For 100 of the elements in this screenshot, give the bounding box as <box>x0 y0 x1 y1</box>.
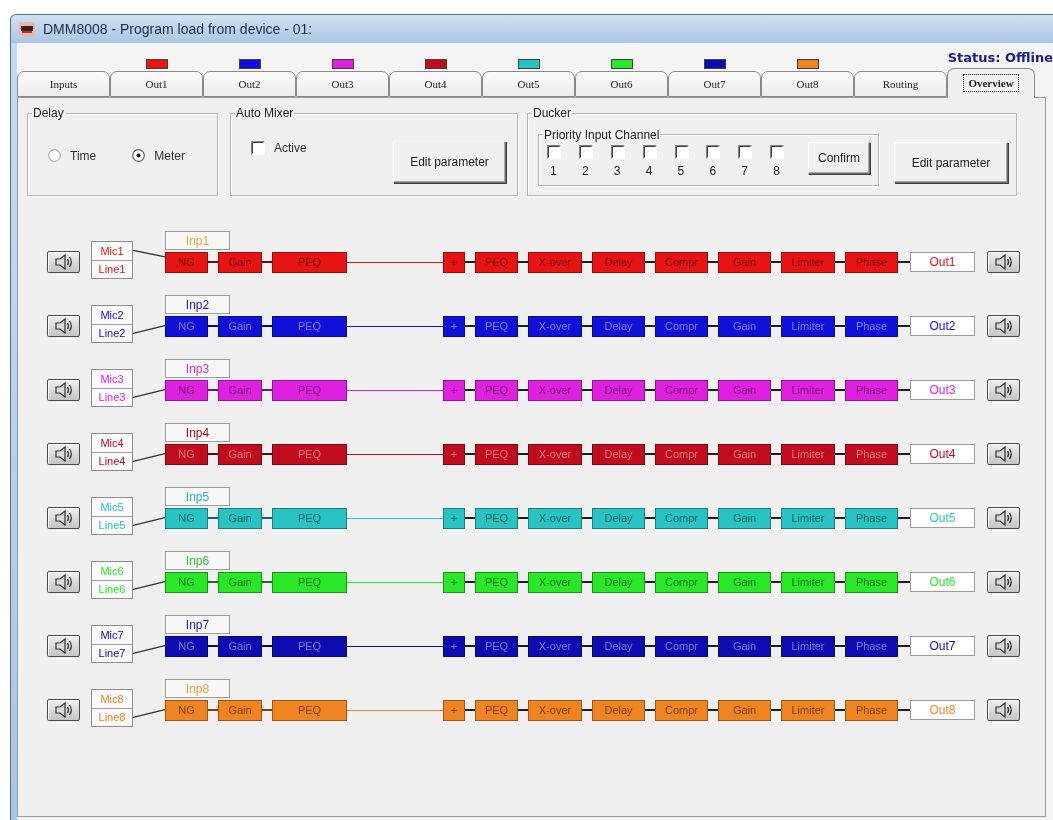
source-option[interactable]: Mic4 <box>92 434 132 452</box>
tab[interactable]: Routing <box>854 71 947 97</box>
source-option[interactable]: Mic8 <box>92 690 132 708</box>
dsp-block[interactable]: Delay <box>592 571 645 593</box>
dsp-block[interactable]: X-over <box>528 315 582 337</box>
tab[interactable]: Out3 <box>296 71 389 97</box>
dsp-block[interactable]: X-over <box>528 635 582 657</box>
dsp-block[interactable]: PEQ <box>475 635 518 657</box>
dsp-block[interactable]: Phase <box>845 571 898 593</box>
dsp-block[interactable]: X-over <box>528 699 582 721</box>
priority-checkbox[interactable]: 1 <box>547 144 579 178</box>
dsp-block[interactable]: Gain <box>218 635 262 657</box>
output-label[interactable]: Out3 <box>910 380 975 400</box>
speaker-button[interactable] <box>987 379 1020 401</box>
dsp-block[interactable]: PEQ <box>475 251 518 273</box>
dsp-block[interactable]: Delay <box>592 251 645 273</box>
dsp-block[interactable]: Gain <box>718 635 771 657</box>
dsp-block[interactable]: Gain <box>218 379 262 401</box>
dsp-block[interactable]: Delay <box>592 379 645 401</box>
dsp-block[interactable]: PEQ <box>272 443 347 465</box>
dsp-block[interactable]: NG <box>165 443 208 465</box>
confirm-button[interactable]: Confirm <box>808 142 870 174</box>
dsp-block[interactable]: Compr <box>655 507 708 529</box>
dsp-block[interactable]: Limiter <box>781 315 835 337</box>
dsp-block[interactable]: NG <box>165 699 208 721</box>
source-option[interactable]: Mic2 <box>92 306 132 324</box>
source-option[interactable]: Mic3 <box>92 370 132 388</box>
speaker-button[interactable] <box>987 251 1020 273</box>
dsp-block[interactable]: PEQ <box>272 315 347 337</box>
dsp-block[interactable]: PEQ <box>475 443 518 465</box>
dsp-block[interactable]: Gain <box>718 315 771 337</box>
dsp-block[interactable]: X-over <box>528 379 582 401</box>
dsp-block[interactable]: Limiter <box>781 379 835 401</box>
priority-checkbox[interactable]: 4 <box>642 144 675 178</box>
dsp-block[interactable]: PEQ <box>475 699 518 721</box>
dsp-block[interactable]: + <box>443 251 465 273</box>
dsp-block[interactable]: Gain <box>718 251 771 273</box>
dsp-block[interactable]: NG <box>165 507 208 529</box>
output-label[interactable]: Out5 <box>910 508 975 528</box>
dsp-block[interactable]: Compr <box>655 379 708 401</box>
source-option[interactable]: Line8 <box>92 707 132 726</box>
checkbox-option[interactable]: Active <box>251 140 307 155</box>
source-option[interactable]: Line4 <box>92 451 132 470</box>
output-label[interactable]: Out8 <box>910 700 975 720</box>
priority-checkbox[interactable]: 2 <box>578 144 611 178</box>
priority-checkbox[interactable]: 5 <box>674 144 707 178</box>
source-option[interactable]: Line2 <box>92 323 132 342</box>
tab[interactable]: Overview <box>947 68 1035 98</box>
output-label[interactable]: Out7 <box>910 636 975 656</box>
dsp-block[interactable]: Phase <box>845 379 898 401</box>
dsp-block[interactable]: Limiter <box>781 251 835 273</box>
dsp-block[interactable]: Phase <box>845 315 898 337</box>
dsp-block[interactable]: Gain <box>718 443 771 465</box>
source-option[interactable]: Mic1 <box>92 242 132 260</box>
dsp-block[interactable]: Compr <box>655 571 708 593</box>
dsp-block[interactable]: Delay <box>592 635 645 657</box>
priority-checkbox[interactable]: 3 <box>610 144 643 178</box>
dsp-block[interactable]: Limiter <box>781 507 835 529</box>
speaker-button[interactable] <box>47 507 80 529</box>
dsp-block[interactable]: Phase <box>845 443 898 465</box>
source-option[interactable]: Line1 <box>92 259 132 278</box>
dsp-block[interactable]: Gain <box>218 507 262 529</box>
dsp-block[interactable]: PEQ <box>272 379 347 401</box>
speaker-button[interactable] <box>47 443 80 465</box>
tab[interactable]: Out2 <box>203 71 296 97</box>
speaker-button[interactable] <box>987 443 1020 465</box>
dsp-block[interactable]: PEQ <box>272 699 347 721</box>
dsp-block[interactable]: PEQ <box>475 379 518 401</box>
dsp-block[interactable]: Gain <box>718 699 771 721</box>
speaker-button[interactable] <box>47 251 80 273</box>
output-label[interactable]: Out2 <box>910 316 975 336</box>
dsp-block[interactable]: Delay <box>592 315 645 337</box>
dsp-block[interactable]: PEQ <box>475 507 518 529</box>
dsp-block[interactable]: PEQ <box>272 635 347 657</box>
dsp-block[interactable]: Compr <box>655 315 708 337</box>
dsp-block[interactable]: Delay <box>592 443 645 465</box>
speaker-button[interactable] <box>47 571 80 593</box>
priority-checkbox[interactable]: 6 <box>706 144 739 178</box>
speaker-button[interactable] <box>47 635 80 657</box>
dsp-block[interactable]: NG <box>165 251 208 273</box>
output-label[interactable]: Out6 <box>910 572 975 592</box>
speaker-button[interactable] <box>47 379 80 401</box>
dsp-block[interactable]: Phase <box>845 251 898 273</box>
dsp-block[interactable]: Gain <box>218 251 262 273</box>
speaker-button[interactable] <box>987 507 1020 529</box>
dsp-block[interactable]: Limiter <box>781 443 835 465</box>
dsp-block[interactable]: Phase <box>845 699 898 721</box>
dsp-block[interactable]: Gain <box>218 443 262 465</box>
dsp-block[interactable]: X-over <box>528 443 582 465</box>
dsp-block[interactable]: Limiter <box>781 571 835 593</box>
dsp-block[interactable]: Gain <box>718 571 771 593</box>
tab[interactable]: Inputs <box>17 71 110 97</box>
dsp-block[interactable]: X-over <box>528 251 582 273</box>
dsp-block[interactable]: + <box>443 443 465 465</box>
radio-option[interactable]: Meter <box>132 148 185 163</box>
speaker-button[interactable] <box>47 315 80 337</box>
source-option[interactable]: Mic7 <box>92 626 132 644</box>
dsp-block[interactable]: Delay <box>592 699 645 721</box>
speaker-button[interactable] <box>987 635 1020 657</box>
speaker-button[interactable] <box>987 315 1020 337</box>
